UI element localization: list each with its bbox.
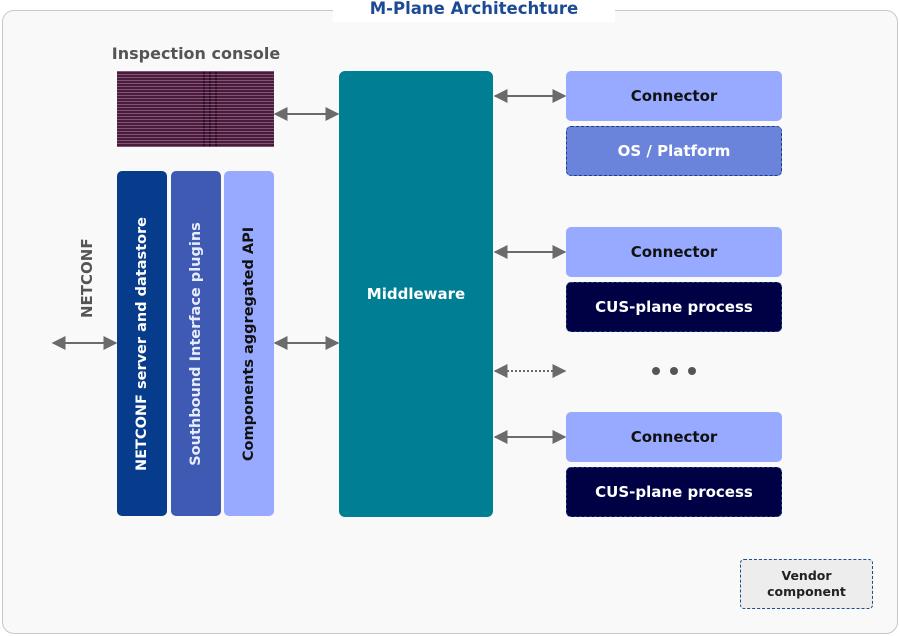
cus-plane-process-block-2: CUS-plane process [566, 467, 782, 517]
connector-label: Connector [630, 243, 718, 261]
connector-label: Connector [630, 87, 718, 105]
connector-label: Connector [630, 428, 718, 446]
diagram-title: M-Plane Architechture [333, 0, 615, 22]
ellipsis-dots [652, 364, 696, 378]
dot [688, 367, 696, 375]
southbound-plugins-label: Southbound Interface plugins [188, 221, 205, 466]
connector-block-1: Connector [566, 71, 782, 121]
cus-plane-process-label: CUS-plane process [595, 298, 753, 316]
middleware-block: Middleware [339, 71, 493, 517]
legend-line-2: component [767, 584, 846, 599]
dot [652, 367, 660, 375]
legend-line-1: Vendor [781, 568, 832, 583]
connector-block-2: Connector [566, 227, 782, 277]
cus-plane-process-label: CUS-plane process [595, 483, 753, 501]
os-platform-label: OS / Platform [617, 142, 731, 160]
components-api-block: Components aggregated API [224, 171, 274, 516]
middleware-label: Middleware [366, 285, 466, 303]
southbound-plugins-block: Southbound Interface plugins [171, 171, 221, 516]
netconf-interface-label: NETCONF [78, 238, 96, 318]
connector-block-3: Connector [566, 412, 782, 462]
dot [670, 367, 678, 375]
inspection-console-screenshot [117, 71, 274, 147]
components-api-label: Components aggregated API [241, 226, 257, 461]
inspection-console-label: Inspection console [111, 44, 281, 63]
netconf-server-label: NETCONF server and datastore [134, 216, 151, 471]
netconf-server-block: NETCONF server and datastore [117, 171, 167, 516]
legend-vendor-component: Vendor component [740, 559, 873, 609]
os-platform-block: OS / Platform [566, 126, 782, 176]
cus-plane-process-block-1: CUS-plane process [566, 282, 782, 332]
